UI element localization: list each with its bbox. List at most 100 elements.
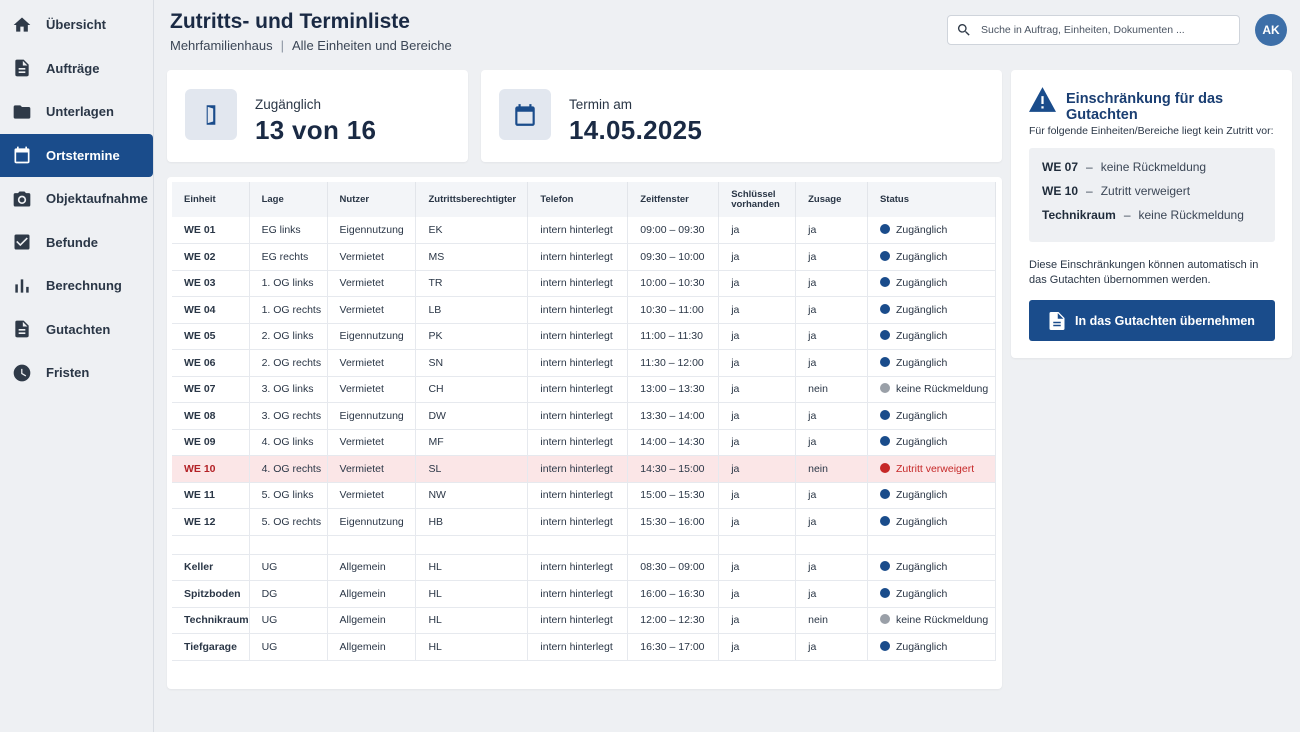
column-header-schluessel-vorhanden[interactable]: Schlüssel vorhanden	[718, 182, 797, 217]
status-dot-icon	[879, 640, 890, 651]
cell-unit: Spitzboden	[172, 580, 250, 608]
sidebar-item-label: Aufträge	[46, 60, 100, 76]
table-row[interactable]: WE 09 4. OG links Vermietet MF intern hinter…	[172, 429, 997, 456]
cell-contact: HB	[415, 508, 529, 536]
cell-status: Zugänglich	[867, 270, 997, 297]
status-text: Zugänglich	[895, 250, 948, 263]
empty-cell	[327, 535, 417, 555]
sidebar-item-berechnung[interactable]: Berechnung	[0, 264, 153, 307]
table-row[interactable]: Technikraum UG Allgemein HL intern hinterleg…	[172, 607, 997, 634]
warning-icon	[1029, 87, 1056, 112]
cell-user: Vermietet	[327, 455, 417, 483]
table-row[interactable]: WE 01 EG links Eigennutzung EK intern hinter…	[172, 217, 997, 244]
table-row[interactable]: WE 10 4. OG rechts Vermietet SL intern hinte…	[172, 455, 997, 483]
cell-user: Eigennutzung	[327, 402, 417, 430]
restriction-unit: WE 10	[1042, 184, 1079, 198]
sidebar-item-uebersicht[interactable]: Übersicht	[0, 3, 153, 46]
table-row[interactable]: WE 11 5. OG links Vermietet NW intern hinter…	[172, 482, 997, 509]
cell-time: 10:00 – 10:30	[627, 270, 720, 297]
stat-label: Termin am	[569, 97, 633, 112]
empty-cell	[627, 535, 720, 555]
table-row[interactable]: Spitzboden DG Allgemein HL intern hinterlegt…	[172, 580, 997, 608]
cell-time: 16:30 – 17:00	[627, 633, 720, 661]
column-header-nutzer[interactable]: Nutzer	[327, 182, 417, 217]
table-row[interactable]: WE 12 5. OG rechts Eigennutzung HB intern hi…	[172, 508, 997, 536]
cell-consent: ja	[795, 429, 868, 456]
cell-unit: Technikraum	[172, 607, 250, 634]
column-header-zutrittsberechtigter[interactable]: Zutrittsberechtigter	[415, 182, 529, 217]
cell-unit: WE 09	[172, 429, 250, 456]
cell-phone: intern hinterlegt	[527, 554, 629, 581]
cell-location: 5. OG links	[249, 482, 328, 509]
table-row[interactable]: WE 03 1. OG links Vermietet TR intern hinter…	[172, 270, 997, 297]
cell-consent: nein	[795, 607, 868, 634]
cell-location: 4. OG links	[249, 429, 328, 456]
restriction-note: Diese Einschränkungen können automatisch…	[1029, 259, 1259, 286]
cell-contact: HL	[415, 554, 529, 581]
cell-location: UG	[249, 633, 328, 661]
sidebar-item-unterlagen[interactable]: Unterlagen	[0, 90, 153, 133]
cell-key: ja	[718, 508, 797, 536]
cell-phone: intern hinterlegt	[527, 429, 629, 456]
column-header-zusage[interactable]: Zusage	[795, 182, 868, 217]
cell-time: 14:30 – 15:00	[627, 455, 720, 483]
avatar[interactable]: AK	[1255, 14, 1287, 46]
sidebar-item-gutachten[interactable]: Gutachten	[0, 308, 153, 351]
status-text: Zugänglich	[895, 409, 948, 422]
column-header-lage[interactable]: Lage	[249, 182, 328, 217]
cell-consent: ja	[795, 323, 868, 350]
cell-location: 2. OG links	[249, 323, 328, 350]
cell-time: 14:00 – 14:30	[627, 429, 720, 456]
restriction-dash: –	[1086, 184, 1093, 198]
cell-status: keine Rückmeldung	[867, 607, 997, 634]
search-icon	[957, 24, 970, 36]
cell-status: Zugänglich	[867, 243, 997, 271]
cell-contact: LB	[415, 296, 529, 324]
column-header-einheit[interactable]: Einheit	[172, 182, 250, 217]
cell-contact: CH	[415, 376, 529, 403]
cell-status: Zugänglich	[867, 429, 997, 456]
column-header-zeitfenster[interactable]: Zeitfenster	[627, 182, 720, 217]
subtitle-scope[interactable]: Alle Einheiten und Bereiche	[292, 38, 452, 53]
cell-contact: SN	[415, 349, 529, 377]
sidebar-item-label: Unterlagen	[46, 104, 114, 119]
sidebar-item-ortstermine[interactable]: Ortstermine	[0, 133, 153, 177]
table-row[interactable]: Tiefgarage UG Allgemein HL intern hinterlegt…	[172, 633, 997, 661]
cell-key: ja	[718, 607, 797, 634]
sidebar-item-fristen[interactable]: Fristen	[0, 351, 153, 394]
empty-cell	[718, 535, 797, 555]
table-row[interactable]: WE 05 2. OG links Eigennutzung PK intern hin…	[172, 323, 997, 350]
group-separator	[172, 535, 997, 555]
search-box[interactable]	[947, 15, 1240, 45]
sidebar-item-auftraege[interactable]: Aufträge	[0, 47, 153, 90]
cell-location: UG	[249, 554, 328, 581]
table-row[interactable]: WE 07 3. OG links Vermietet CH intern hinter…	[172, 376, 997, 403]
column-header-telefon[interactable]: Telefon	[527, 182, 629, 217]
table-row[interactable]: WE 08 3. OG rechts Eigennutzung DW intern hi…	[172, 402, 997, 430]
cell-location: 1. OG rechts	[249, 296, 328, 324]
cell-user: Vermietet	[327, 296, 417, 324]
restriction-title: Einschränkung für das Gutachten	[1066, 91, 1224, 123]
status-text: keine Rückmeldung	[895, 383, 989, 396]
cell-unit: Tiefgarage	[172, 633, 250, 661]
table-row[interactable]: WE 04 1. OG rechts Vermietet LB intern hinte…	[172, 296, 997, 324]
table-row[interactable]: Keller UG Allgemein HL intern hinterlegt 08:3…	[172, 554, 997, 581]
search-input[interactable]	[981, 24, 1231, 36]
empty-cell	[249, 535, 328, 555]
cell-status: Zugänglich	[867, 580, 997, 608]
sidebar-item-befunde[interactable]: Befunde	[0, 221, 153, 264]
table-row[interactable]: WE 06 2. OG rechts Vermietet SN intern hinte…	[172, 349, 997, 377]
status-text: Zugänglich	[895, 489, 948, 502]
table-row[interactable]: WE 02 EG rechts Vermietet MS intern hinterle…	[172, 243, 997, 271]
cell-consent: ja	[795, 296, 868, 324]
cell-unit: Keller	[172, 554, 250, 581]
restriction-reason: Zutritt verweigert	[1100, 184, 1191, 198]
sidebar-item-objektaufnahme[interactable]: Objektaufnahme	[0, 177, 153, 220]
column-header-status[interactable]: Status	[867, 182, 997, 217]
cell-user: Eigennutzung	[327, 217, 417, 244]
sidebar-item-label: Befunde	[46, 234, 98, 250]
sidebar-item-label: Ortstermine	[46, 147, 120, 163]
document-icon	[1049, 311, 1065, 330]
apply-to-report-button[interactable]: In das Gutachten übernehmen	[1029, 300, 1275, 341]
restriction-unit: Technikraum	[1042, 208, 1116, 222]
